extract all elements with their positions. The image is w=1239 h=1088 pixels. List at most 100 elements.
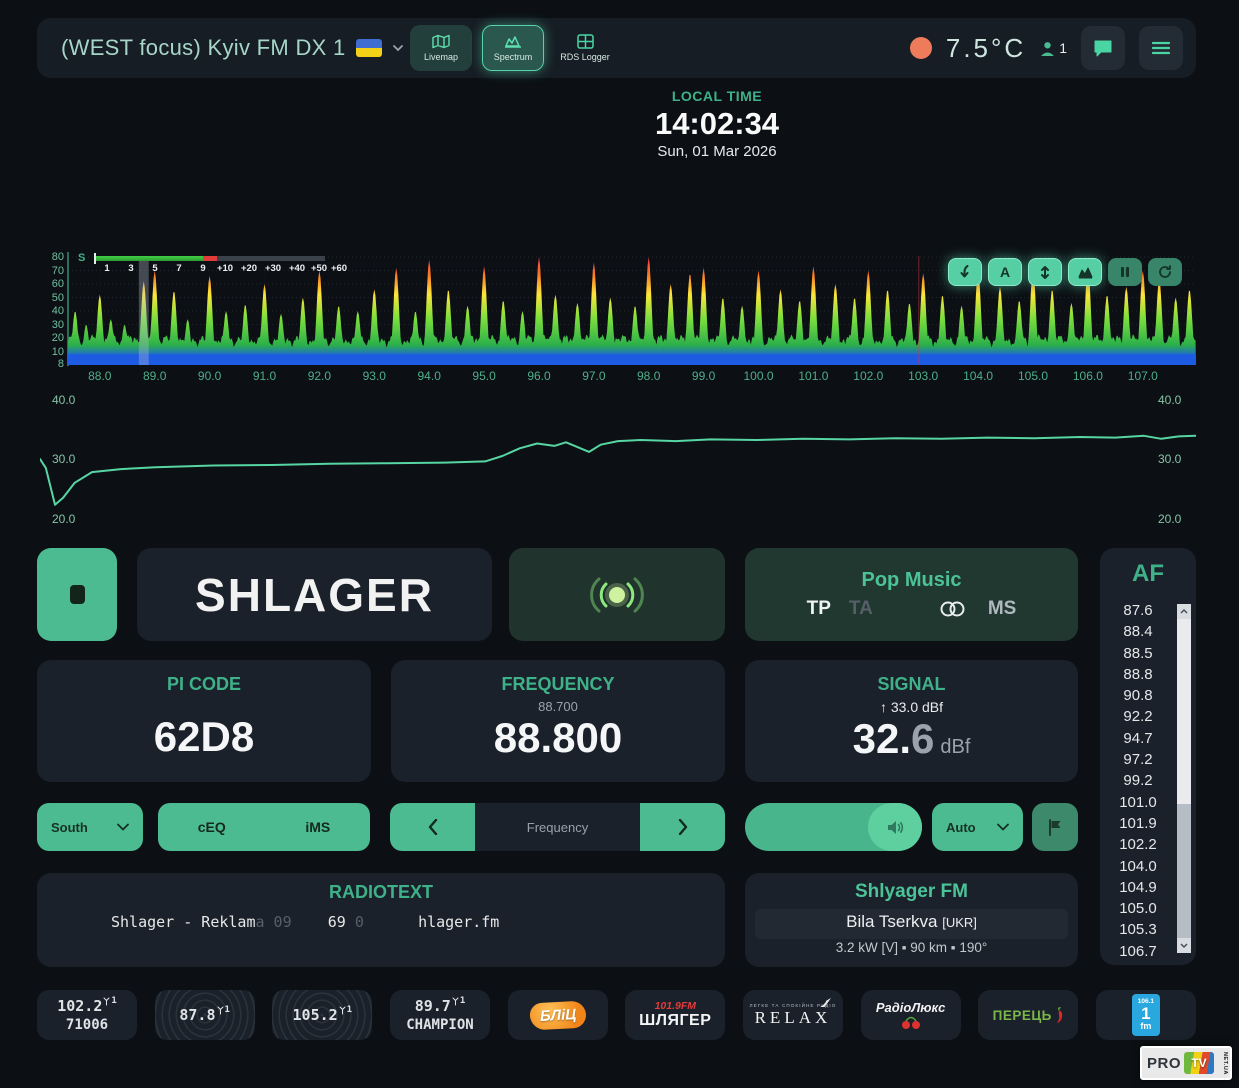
volume-slider[interactable] [745, 803, 922, 851]
mode-select[interactable]: Auto [932, 803, 1023, 851]
record-audio-button[interactable] [37, 548, 117, 641]
graph-style-button[interactable] [1068, 258, 1102, 286]
fm-dx-webserver-page: (WEST focus) Kyiv FM DX 1 Livemap Spectr… [0, 0, 1239, 1088]
hamburger-menu-icon [1152, 41, 1170, 55]
livemap-label: Livemap [424, 52, 458, 62]
af-frequency[interactable]: 99.2 [1100, 770, 1176, 791]
shlyager-logo: ШЛЯГЕР [639, 1012, 711, 1030]
rds-flags: TP TA MS [807, 598, 1017, 620]
spectrum-x-tick: 90.0 [198, 369, 221, 383]
preset-tile[interactable]: 89.71CHAMPION [390, 990, 490, 1040]
preset-tile[interactable]: 102.2171006 [37, 990, 137, 1040]
report-flag-button[interactable] [1032, 803, 1078, 851]
preset-tile[interactable]: ЛЕГКЕ ТА СПОКІЙНЕ РАДІОRELAX [743, 990, 843, 1040]
shlyager-frequency: 101.9FM [655, 1000, 696, 1012]
signal-history-plot [40, 392, 1196, 528]
signal-panel: SIGNAL ↑ 33.0 dBf 32.6dBf [745, 660, 1078, 782]
rds-logger-label: RDS Logger [560, 52, 610, 62]
frequency-input[interactable] [475, 803, 640, 851]
stereo-circles-icon [939, 601, 966, 617]
menu-button[interactable] [1139, 26, 1183, 70]
smeter-tick: +30 [265, 263, 281, 274]
preset-tile[interactable]: 101.9FMШЛЯГЕР [625, 990, 725, 1040]
af-frequency[interactable]: 104.0 [1100, 856, 1176, 877]
spectrum-x-tick: 96.0 [527, 369, 550, 383]
signal-y-tick: 40.0 [52, 393, 75, 407]
refresh-button[interactable] [1148, 258, 1182, 286]
frequency-value[interactable]: 88.800 [391, 714, 725, 762]
onefm-logo: 106.11fm [1132, 994, 1160, 1036]
smeter-tick: 9 [200, 263, 205, 274]
station-info-panel[interactable]: Shlyager FM Bila Tserkva [UKR] 3.2 kW [V… [745, 873, 1078, 967]
af-frequency[interactable]: 105.0 [1100, 898, 1176, 919]
scroll-down-arrow-icon[interactable] [1177, 938, 1191, 953]
vertical-arrows-icon [1039, 265, 1051, 280]
area-chart-icon [1078, 266, 1093, 279]
scrollbar-thumb[interactable] [1177, 619, 1191, 804]
scroll-to-signal-button[interactable] [948, 258, 982, 286]
af-frequency[interactable]: 102.2 [1100, 834, 1176, 855]
stereo-broadcast-icon [580, 574, 654, 616]
preset-tile[interactable]: РадіоЛюкс [861, 990, 961, 1040]
volume-thumb[interactable] [868, 803, 922, 851]
preset-frequency: 89.71 [415, 997, 466, 1015]
station-country: [UKR] [942, 915, 977, 930]
preset-tile[interactable]: 105.21 [272, 990, 372, 1040]
top-bar: (WEST focus) Kyiv FM DX 1 Livemap Spectr… [37, 18, 1196, 78]
af-frequency[interactable]: 94.7 [1100, 728, 1176, 749]
af-frequency[interactable]: 106.7 [1100, 941, 1176, 959]
af-frequency[interactable]: 105.3 [1100, 919, 1176, 940]
spectrum-x-tick: 100.0 [743, 369, 773, 383]
spectrum-x-tick: 93.0 [363, 369, 386, 383]
ms-flag: MS [988, 598, 1017, 620]
autoscale-button[interactable] [1028, 258, 1062, 286]
pause-button[interactable] [1108, 258, 1142, 286]
af-frequency[interactable]: 104.9 [1100, 877, 1176, 898]
antenna-number: 1 [225, 1005, 230, 1015]
spectrum-y-axis: 80706050403020108 [40, 250, 66, 370]
signal-value-int: 32. [853, 715, 911, 762]
af-frequency[interactable]: 92.2 [1100, 706, 1176, 727]
af-scrollbar[interactable] [1177, 604, 1191, 953]
eq-ims-toggle[interactable]: cEQ iMS [158, 803, 370, 851]
af-frequency[interactable]: 88.4 [1100, 621, 1176, 642]
scroll-up-arrow-icon[interactable] [1177, 604, 1191, 619]
top-right-cluster: 7.5°C 1 [910, 26, 1183, 70]
preset-tile[interactable]: БЛіЦ [508, 990, 608, 1040]
af-frequency[interactable]: 90.8 [1100, 685, 1176, 706]
radiotext-segment: hlager.fm [418, 913, 499, 931]
auto-mode-button[interactable]: A [988, 258, 1022, 286]
af-frequency[interactable]: 88.8 [1100, 664, 1176, 685]
tuner-select[interactable]: (WEST focus) Kyiv FM DX 1 [61, 35, 404, 61]
down-arrow-icon [958, 265, 972, 279]
preset-tile[interactable]: ПЕРЕЦЬ [978, 990, 1078, 1040]
af-frequency[interactable]: 101.9 [1100, 813, 1176, 834]
preset-frequency-value: 89.7 [415, 997, 451, 1015]
livemap-button[interactable]: Livemap [410, 25, 472, 71]
bird-icon [820, 998, 831, 1007]
preset-frequency: 102.21 [57, 997, 117, 1015]
preset-tile[interactable]: 106.11fm [1096, 990, 1196, 1040]
local-time-label: LOCAL TIME [577, 88, 857, 104]
spectrum-button[interactable]: Spectrum [482, 25, 544, 71]
af-panel: AF 87.688.488.588.890.892.294.797.299.21… [1100, 548, 1196, 965]
spectrum-x-tick: 89.0 [143, 369, 166, 383]
relax-logo: RELAX [755, 1008, 832, 1028]
pepper-icon [1054, 1007, 1064, 1024]
af-frequency[interactable]: 88.5 [1100, 643, 1176, 664]
radiotext-body: Shlager - Reklama 09 69 0 hlager.fm [111, 913, 725, 931]
af-frequency[interactable]: 101.0 [1100, 792, 1176, 813]
rds-logger-button[interactable]: RDS Logger [554, 25, 616, 71]
preset-tile[interactable]: 87.81 [155, 990, 255, 1040]
spectrum-x-tick: 97.0 [582, 369, 605, 383]
antenna-select[interactable]: South [37, 803, 143, 851]
signal-y-tick: 30.0 [1158, 452, 1181, 466]
af-frequency[interactable]: 97.2 [1100, 749, 1176, 770]
perets-logo: ПЕРЕЦЬ [993, 1007, 1064, 1024]
af-frequency[interactable]: 87.6 [1100, 600, 1176, 621]
chat-button[interactable] [1081, 26, 1125, 70]
tune-up-button[interactable] [640, 803, 725, 851]
speaker-icon [887, 820, 904, 835]
tune-down-button[interactable] [390, 803, 475, 851]
station-details: 3.2 kW [V] ▪ 90 km ▪ 190° [745, 940, 1078, 955]
